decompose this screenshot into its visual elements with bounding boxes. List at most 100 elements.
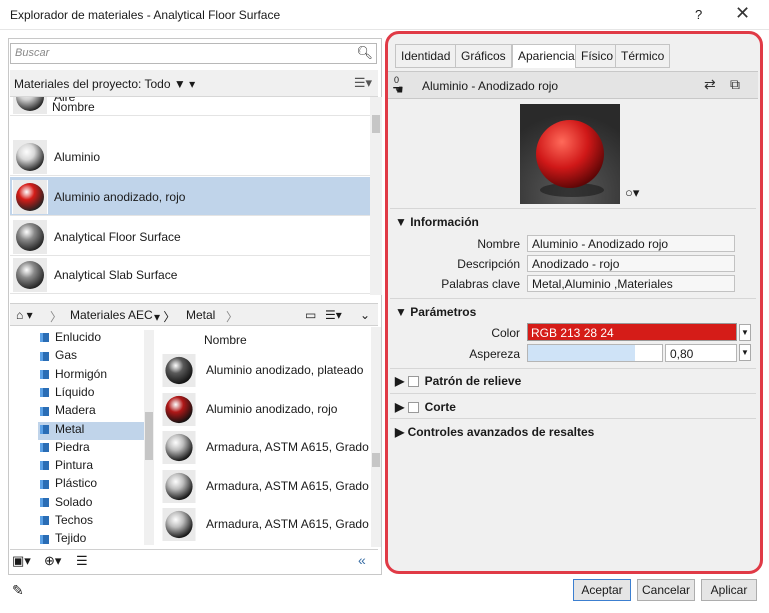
section-parameters[interactable]: ▼ Parámetros (395, 305, 476, 319)
preview-options-icon[interactable]: ○▾ (625, 185, 639, 201)
category-item[interactable]: Piedra (40, 440, 150, 458)
library-row[interactable]: Aluminio anodizado, plateado (160, 351, 372, 389)
cancel-button[interactable]: Cancelar (637, 579, 695, 601)
relief-checkbox[interactable] (407, 376, 419, 388)
list-view-icon[interactable]: ☰▾ (325, 308, 342, 322)
field-label: Palabras clave (441, 277, 520, 291)
category-label: Techos (55, 513, 94, 527)
view-options-icon[interactable]: ☰▾ (354, 75, 372, 91)
category-label: Solado (55, 494, 93, 509)
field-value[interactable]: Aluminio - Anodizado rojo (527, 235, 735, 252)
folder-icon (40, 388, 49, 398)
color-field[interactable]: RGB 213 28 24 (527, 323, 737, 341)
category-label: Gas (55, 348, 78, 363)
material-row[interactable]: Aluminio anodizado, rojo (10, 177, 370, 216)
create-material-icon[interactable]: ⊕▾ (44, 553, 61, 569)
category-item[interactable]: Tejido (40, 531, 150, 549)
material-row[interactable]: Analytical Floor Surface (10, 217, 370, 256)
category-item[interactable]: Solado (40, 495, 150, 513)
breadcrumb-metal[interactable]: Metal (186, 308, 215, 322)
title-bar: Explorador de materiales - Analytical Fl… (0, 0, 769, 30)
tab-3[interactable]: Físico (575, 44, 620, 68)
library-row[interactable]: Armadura, ASTM A615, Grado 60 (160, 467, 375, 505)
material-label: Aluminio anodizado, rojo (54, 190, 186, 204)
material-row[interactable]: Analytical Slab Surface (10, 255, 370, 294)
category-item[interactable]: Madera (40, 403, 150, 421)
category-item[interactable]: Pintura (40, 458, 150, 476)
category-scrollbar[interactable] (144, 330, 154, 545)
library-swatch (162, 392, 196, 426)
tab-2[interactable]: Apariencia (512, 44, 581, 68)
category-item[interactable]: Enlucido (40, 330, 150, 348)
window-title: Explorador de materiales - Analytical Fl… (10, 8, 281, 22)
tab-4[interactable]: Térmico (615, 44, 671, 68)
category-item[interactable]: Metal (38, 421, 154, 440)
field-value[interactable]: Metal,Aluminio ,Materiales (527, 275, 735, 292)
tab-0[interactable]: Identidad (395, 44, 457, 68)
roughness-dropdown[interactable]: ▼ (739, 344, 751, 361)
category-item[interactable]: Techos (40, 513, 150, 531)
cut-checkbox[interactable] (407, 402, 419, 414)
category-label: Hormigón (55, 366, 108, 381)
ok-button[interactable]: Aceptar (573, 579, 631, 601)
close-button[interactable]: ✕ (735, 3, 750, 24)
material-label: Aire (54, 97, 76, 104)
category-label: Enlucido (55, 330, 102, 344)
library-swatch (162, 469, 196, 503)
edit-icon[interactable]: ✎ (12, 582, 24, 599)
field-value[interactable]: Anodizado - rojo (527, 255, 735, 272)
material-swatch (12, 220, 48, 254)
color-dropdown[interactable]: ▼ (739, 324, 751, 341)
help-button[interactable]: ? (695, 7, 702, 22)
category-tree: Enlucido Gas Hormigón Líquido Madera Metal Pie… (10, 327, 155, 547)
section-cut[interactable]: ▶ Corte (395, 400, 456, 414)
category-item[interactable]: Hormigón (40, 367, 150, 385)
search-icon[interactable]: 🔍︎ (356, 45, 373, 61)
breadcrumb-aec[interactable]: Materiales AEC (70, 308, 153, 322)
library-menu-icon[interactable]: ▣▾ (12, 553, 31, 569)
asset-browser-icon[interactable]: ☰ (76, 553, 88, 569)
tab-1[interactable]: Gráficos (455, 44, 512, 68)
roughness-input[interactable]: 0,80 (665, 344, 737, 362)
category-item[interactable]: Plástico (40, 476, 150, 494)
apply-button[interactable]: Aplicar (701, 579, 757, 601)
collapse-icon[interactable]: ⌄ (360, 308, 370, 322)
material-row[interactable]: Aire (10, 97, 370, 116)
project-list-scrollbar[interactable] (370, 97, 382, 295)
replace-asset-icon[interactable]: ⇄ (704, 76, 716, 93)
project-materials-filter[interactable]: Materiales del proyecto: Todo ▼ ▾ (14, 77, 195, 91)
category-label: Plástico (55, 476, 98, 491)
material-label: Aluminio (54, 150, 101, 164)
material-row[interactable]: Aluminio (10, 137, 370, 176)
panel-toggle-icon[interactable]: ▭ (305, 308, 316, 322)
section-highlights[interactable]: ▶ Controles avanzados de resaltes (395, 425, 594, 439)
library-label: Aluminio anodizado, plateado (206, 363, 364, 377)
section-info[interactable]: ▼ Información (395, 215, 479, 229)
library-row[interactable]: Armadura, ASTM A615, Grado 40 (160, 428, 375, 466)
folder-icon (40, 461, 49, 471)
folder-icon (40, 424, 49, 434)
section-relief[interactable]: ▶ Patrón de relieve (395, 374, 521, 388)
library-label: Armadura, ASTM A615, Grado 75 (206, 517, 375, 531)
search-input[interactable]: Buscar 🔍︎ (10, 43, 377, 64)
category-label: Madera (55, 403, 96, 418)
home-icon[interactable]: ⌂ ▾ (16, 308, 33, 322)
library-row[interactable]: Armadura, ASTM A615, Grado 75 (160, 505, 375, 543)
category-item[interactable]: Gas (40, 348, 150, 366)
category-label: Metal (55, 421, 85, 436)
library-column-header: Nombre (204, 333, 247, 347)
folder-icon (40, 406, 49, 416)
project-materials-header[interactable]: Materiales del proyecto: Todo ▼ ▾ ☰▾ (10, 70, 378, 97)
library-scrollbar[interactable] (371, 327, 381, 547)
library-row[interactable]: Aluminio anodizado, rojo (160, 390, 372, 428)
library-materials-list: Nombre Aluminio anodizado, plateado Alumi… (160, 327, 375, 547)
collapse-left-icon[interactable]: « (358, 552, 366, 568)
color-value: RGB 213 28 24 (531, 326, 614, 340)
duplicate-asset-icon[interactable]: ⧉ (730, 76, 740, 93)
roughness-slider[interactable] (527, 344, 663, 362)
folder-icon (40, 333, 49, 343)
material-swatch (12, 180, 48, 214)
category-item[interactable]: Líquido (40, 385, 150, 403)
color-label: Color (491, 326, 520, 340)
hand-icon: ☚ (392, 82, 404, 97)
